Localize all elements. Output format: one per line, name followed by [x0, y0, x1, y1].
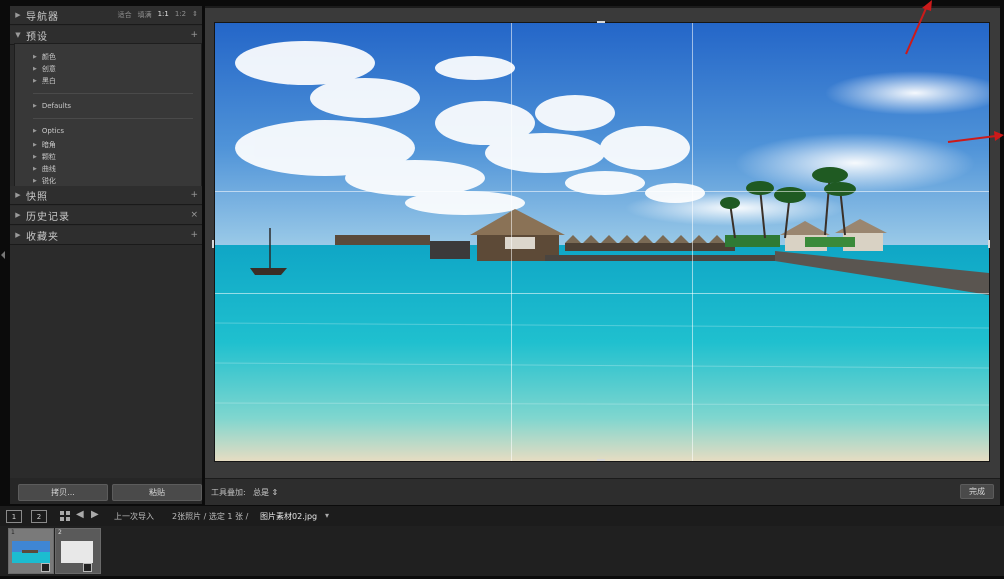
crop-handle-bottom[interactable]	[597, 459, 605, 461]
triangle-icon: ▶	[33, 154, 37, 160]
filmstrip-filename[interactable]: 图片素材02.jpg	[260, 511, 317, 522]
thumbnail-2[interactable]: 2	[55, 528, 101, 574]
triangle-icon: ▶	[33, 128, 37, 134]
history-header[interactable]: ▶ 历史记录 ×	[10, 206, 202, 225]
zoom-fill[interactable]: 填满	[138, 10, 152, 20]
filmstrip-bar: 1 2 ◀ ▶ 上一次导入 2张照片 / 选定 1 张 / 图片素材02.jpg…	[0, 506, 1004, 526]
zoom-1-1[interactable]: 1:1	[158, 10, 169, 20]
preset-folder[interactable]: ▶ 曲线	[33, 164, 56, 174]
annotation-arrow-head	[922, 0, 932, 11]
collapse-triangle-icon: ▶	[15, 211, 21, 219]
grid-line-horizontal	[215, 293, 989, 294]
triangle-icon: ▶	[33, 178, 37, 184]
badge-icon	[41, 563, 50, 572]
presets-list: ▶ 颜色 ▶ 创意 ▶ 黑白 ▶ Defaults ▶ Optics ▶ 暗角 ▶ 颗粒 ▶ 曲…	[14, 43, 202, 191]
preset-folder[interactable]: ▶ 创意	[33, 64, 56, 74]
badge-icon	[83, 563, 92, 572]
tool-overlay-label: 工具叠加:	[211, 488, 246, 497]
preset-label: 黑白	[41, 77, 56, 85]
clear-history-icon[interactable]: ×	[190, 210, 198, 220]
copy-button[interactable]: 拷贝...	[18, 484, 108, 501]
history-title: 历史记录	[26, 211, 70, 223]
tool-overlay-select[interactable]: 总是 ⇕	[253, 487, 278, 498]
zoom-toggle-icon[interactable]: ⇕	[192, 10, 198, 20]
chevron-updown-icon: ⇕	[271, 488, 279, 497]
view-1-button[interactable]: 1	[6, 510, 22, 523]
thumbnail-index: 1	[11, 529, 15, 536]
triangle-icon: ▶	[33, 78, 37, 84]
tool-overlay-value: 总是	[253, 488, 269, 497]
paste-button[interactable]: 粘贴	[112, 484, 202, 501]
divider	[33, 93, 193, 94]
expand-triangle-icon: ▼	[15, 31, 21, 39]
preset-folder[interactable]: ▶ 锐化	[33, 176, 56, 186]
triangle-icon: ▶	[33, 54, 37, 60]
snapshots-header[interactable]: ▶ 快照 +	[10, 186, 202, 205]
triangle-icon: ▶	[33, 142, 37, 148]
toolbar: 工具叠加: 总是 ⇕ 完成	[205, 478, 1000, 505]
preset-label: 颜色	[41, 53, 56, 61]
preset-label: 暗角	[41, 141, 56, 149]
chevron-down-icon[interactable]: ▾	[325, 511, 329, 520]
grid-line-vertical	[511, 23, 512, 461]
annotation-arrow	[905, 5, 928, 55]
done-button[interactable]: 完成	[960, 484, 994, 499]
annotation-arrow	[947, 135, 997, 143]
preset-label: 创意	[41, 65, 56, 73]
thumbnail-image	[12, 541, 50, 563]
divider	[205, 6, 1000, 8]
presets-title: 预设	[26, 31, 48, 43]
left-panel-toggle-icon[interactable]	[1, 251, 5, 259]
navigator-title: 导航器	[26, 11, 59, 23]
annotation-arrow-head	[994, 131, 1004, 141]
crop-handle-top[interactable]	[597, 21, 605, 23]
navigator-zoom-options: 适合 填满 1:1 1:2 ⇕	[118, 10, 198, 20]
triangle-icon: ▶	[33, 103, 37, 109]
preset-folder[interactable]: ▶ 黑白	[33, 76, 56, 86]
thumbnail-index: 2	[58, 529, 62, 536]
add-snapshot-icon[interactable]: +	[190, 190, 198, 200]
snapshots-title: 快照	[26, 191, 48, 203]
preset-folder[interactable]: ▶ 暗角	[33, 140, 56, 150]
collections-header[interactable]: ▶ 收藏夹 +	[10, 226, 202, 245]
grid-icon[interactable]	[60, 511, 70, 521]
preset-label: 锐化	[41, 177, 56, 185]
add-collection-icon[interactable]: +	[190, 230, 198, 240]
zoom-fit[interactable]: 适合	[118, 10, 132, 20]
thumbnail-1[interactable]: 1	[8, 528, 54, 574]
photo	[215, 23, 989, 461]
thumbnail-image	[61, 541, 93, 563]
filmstrip-info: 2张照片 / 选定 1 张 /	[172, 512, 249, 521]
filmstrip-source[interactable]: 上一次导入	[114, 511, 154, 522]
annotation-arrows	[905, 0, 1004, 143]
collections-title: 收藏夹	[26, 231, 59, 243]
preset-folder[interactable]: ▶ Defaults	[33, 102, 71, 110]
grid-line-horizontal	[215, 191, 989, 192]
preset-label: 颗粒	[41, 153, 56, 161]
left-panel: ▶ 导航器 适合 填满 1:1 1:2 ⇕ ▼ 预设 + ▶ 颜色 ▶ 创意 ▶ 黑白…	[10, 6, 202, 504]
preset-folder[interactable]: ▶ 颜色	[33, 52, 56, 62]
crop-handle-left[interactable]	[212, 240, 214, 248]
forward-arrow-icon[interactable]: ▶	[91, 509, 99, 520]
collapse-triangle-icon: ▶	[15, 191, 21, 199]
preset-label: Optics	[41, 127, 64, 135]
divider	[33, 118, 193, 119]
collapse-triangle-icon: ▶	[15, 11, 21, 19]
zoom-1-2[interactable]: 1:2	[175, 10, 186, 20]
photo-canvas[interactable]	[214, 22, 990, 462]
grid-line-vertical	[692, 23, 693, 461]
collapse-triangle-icon: ▶	[15, 231, 21, 239]
back-arrow-icon[interactable]: ◀	[76, 509, 84, 520]
add-preset-icon[interactable]: +	[190, 30, 198, 40]
triangle-icon: ▶	[33, 166, 37, 172]
navigator-header[interactable]: ▶ 导航器 适合 填满 1:1 1:2 ⇕	[10, 6, 202, 25]
preset-label: 曲线	[41, 165, 56, 173]
preset-label: Defaults	[41, 102, 72, 110]
crop-handle-right[interactable]	[988, 240, 990, 248]
preset-folder[interactable]: ▶ 颗粒	[33, 152, 56, 162]
view-2-button[interactable]: 2	[31, 510, 47, 523]
triangle-icon: ▶	[33, 66, 37, 72]
preset-folder[interactable]: ▶ Optics	[33, 127, 64, 135]
filmstrip	[0, 526, 1004, 576]
